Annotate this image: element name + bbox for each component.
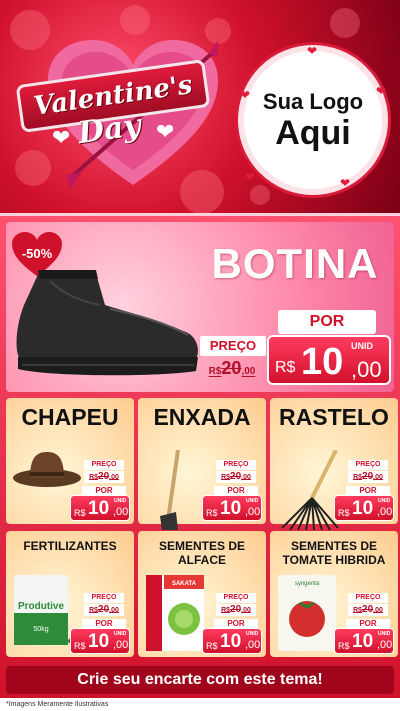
price-tag: R$ 10 ,00 UNID bbox=[334, 495, 394, 521]
price-decimal: ,00 bbox=[245, 639, 261, 651]
boot-image bbox=[16, 270, 198, 376]
old-price: R$20,00 bbox=[348, 471, 388, 483]
product-image: Produtive 50kg bbox=[12, 573, 96, 652]
price-integer: 10 bbox=[220, 498, 242, 519]
svg-text:syngenta: syngenta bbox=[295, 581, 320, 587]
price-decimal: ,00 bbox=[113, 506, 129, 518]
unit-label: UNID bbox=[378, 498, 391, 504]
preco-label: PREÇO bbox=[216, 460, 256, 470]
price-integer: 10 bbox=[88, 631, 110, 652]
preco-label: PREÇO bbox=[216, 593, 256, 603]
old-price: R$20,00 bbox=[84, 471, 124, 483]
footer-disclaimer: *Imagens Meramente Ilustrativas bbox=[0, 698, 400, 711]
heart-icon: ❤ bbox=[307, 44, 318, 58]
price-decimal: ,00 bbox=[245, 506, 261, 518]
preco-label: PREÇO bbox=[348, 593, 388, 603]
heart-icon: ❤ bbox=[240, 88, 251, 102]
featured-por-label: POR bbox=[278, 310, 376, 334]
currency-label: R$ bbox=[338, 641, 350, 651]
heart-icon: ❤ bbox=[156, 120, 175, 145]
product-image bbox=[158, 449, 188, 534]
price-tag: R$ 10 ,00 UNID bbox=[334, 628, 394, 654]
featured-old-price: R$20,00 bbox=[208, 358, 256, 378]
featured-product-title: BOTINA bbox=[211, 240, 379, 287]
price-integer: 10 bbox=[352, 498, 374, 519]
unit-label: UNID bbox=[114, 498, 127, 504]
product-card[interactable]: SEMENTES DE TOMATE HIBRIDA syngenta PREÇ… bbox=[270, 531, 398, 657]
heart-icon: ❤ bbox=[52, 126, 71, 151]
unit-label: UNID bbox=[378, 631, 391, 637]
svg-text:SAKATA: SAKATA bbox=[172, 581, 197, 587]
price-tag: R$ 10 ,00 UNID bbox=[202, 628, 262, 654]
product-card[interactable]: RASTELO PREÇO R$20,00 POR R$ 10 ,00 UNID bbox=[270, 398, 398, 531]
currency-label: R$ bbox=[206, 508, 218, 518]
product-card[interactable]: CHAPEU PREÇO R$20,00 POR R$ 10 ,00 UNID bbox=[6, 398, 134, 524]
product-title: CHAPEU bbox=[21, 404, 119, 430]
discount-label: -50% bbox=[21, 246, 53, 261]
product-title: SEMENTES DE ALFACE bbox=[158, 539, 245, 567]
product-title: FERTILIZANTES bbox=[23, 539, 117, 553]
product-image: SAKATA bbox=[144, 573, 206, 657]
logo-text-line1: Sua Logo bbox=[262, 89, 364, 114]
currency-label: R$ bbox=[275, 359, 296, 376]
price-decimal: ,00 bbox=[351, 357, 382, 382]
product-image: syngenta bbox=[276, 573, 338, 657]
product-title: RASTELO bbox=[279, 404, 389, 430]
product-title: ENXADA bbox=[153, 404, 251, 430]
price-integer: 10 bbox=[352, 631, 374, 652]
heart-icon: ❤ bbox=[340, 176, 351, 190]
hero-banner: Valentine's Day ❤ ❤ Sua Logo Aqui ❤ ❤ ❤ … bbox=[0, 0, 400, 215]
price-tag: R$ 10 ,00 UNID bbox=[202, 495, 262, 521]
old-price: R$20,00 bbox=[216, 471, 256, 483]
cta-banner[interactable]: Crie seu encarte com este tema! bbox=[6, 666, 394, 694]
currency-label: R$ bbox=[74, 641, 86, 651]
product-card[interactable]: FERTILIZANTES Produtive 50kg PREÇO R$20,0… bbox=[6, 531, 134, 657]
heart-icon: ❤ bbox=[245, 170, 256, 184]
currency-label: R$ bbox=[74, 508, 86, 518]
old-price: R$20,00 bbox=[84, 604, 124, 616]
featured-price-tag: R$ 10 ,00 UNID bbox=[267, 335, 391, 385]
logo-placeholder: Sua Logo Aqui bbox=[238, 45, 388, 195]
currency-label: R$ bbox=[206, 641, 218, 651]
old-price: R$20,00 bbox=[216, 604, 256, 616]
unit-label: UNID bbox=[246, 498, 259, 504]
price-decimal: ,00 bbox=[377, 506, 393, 518]
unit-label: UNID bbox=[351, 341, 373, 351]
svg-text:Produtive: Produtive bbox=[18, 601, 65, 612]
currency-label: R$ bbox=[338, 508, 350, 518]
price-tag: R$ 10 ,00 UNID bbox=[70, 495, 130, 521]
product-card[interactable]: ENXADA PREÇO R$20,00 POR R$ 10 ,00 UNID bbox=[138, 398, 266, 530]
price-tag: R$ 10 ,00 UNID bbox=[70, 628, 130, 654]
unit-label: UNID bbox=[246, 631, 259, 637]
preco-label: PREÇO bbox=[348, 460, 388, 470]
preco-label: PREÇO bbox=[84, 460, 124, 470]
price-decimal: ,00 bbox=[377, 639, 393, 651]
heart-icon: ❤ bbox=[376, 84, 387, 98]
price-decimal: ,00 bbox=[113, 639, 129, 651]
logo-text-line2: Aqui bbox=[275, 114, 351, 152]
price-integer: 10 bbox=[301, 341, 344, 383]
product-card[interactable]: SEMENTES DE ALFACE SAKATA PREÇO R$20,00 … bbox=[138, 531, 266, 657]
price-integer: 10 bbox=[88, 498, 110, 519]
product-image bbox=[278, 449, 348, 534]
price-integer: 10 bbox=[220, 631, 242, 652]
unit-label: UNID bbox=[114, 631, 127, 637]
product-image bbox=[12, 450, 82, 494]
old-price: R$20,00 bbox=[348, 604, 388, 616]
product-title: SEMENTES DE TOMATE HIBRIDA bbox=[282, 539, 386, 567]
featured-preco-label: PREÇO bbox=[200, 336, 266, 356]
preco-label: PREÇO bbox=[84, 593, 124, 603]
svg-text:50kg: 50kg bbox=[33, 626, 48, 633]
